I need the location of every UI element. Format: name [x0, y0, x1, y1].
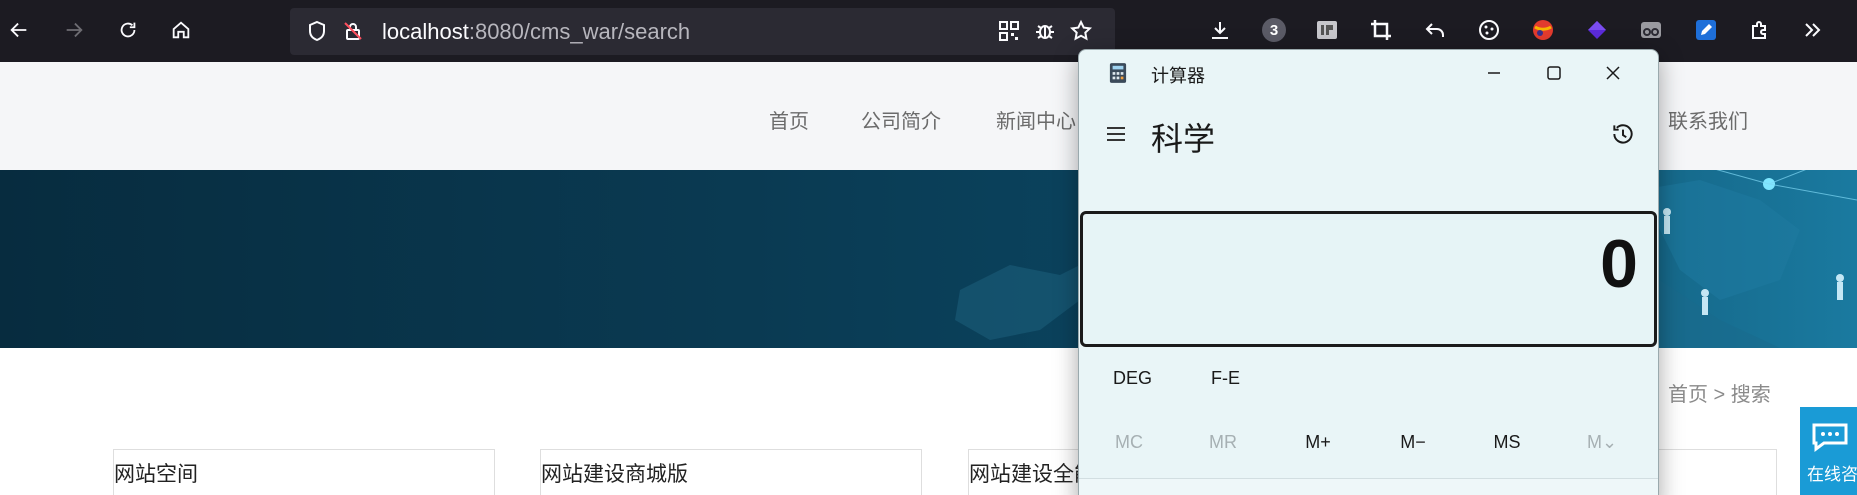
- reload-button[interactable]: [111, 13, 145, 47]
- extensions-button[interactable]: [1744, 14, 1776, 46]
- memory-subtract-button[interactable]: M−: [1378, 432, 1448, 453]
- bookmark-star-icon[interactable]: [1068, 18, 1094, 44]
- qr-code-icon[interactable]: [996, 18, 1022, 44]
- url-text: localhost:8080/cms_war/search: [382, 19, 690, 45]
- memory-add-button[interactable]: M+: [1283, 432, 1353, 453]
- cookie-extension-button[interactable]: [1473, 14, 1505, 46]
- breadcrumb: 首页 > 搜索: [1668, 384, 1771, 406]
- url-host: localhost: [382, 19, 469, 44]
- product-card[interactable]: 网站空间: [113, 449, 495, 495]
- calculator-window: 计算器 科学 0 DEG F-E MC MR M+ M− MS M⌄: [1078, 49, 1659, 495]
- arrow-left-icon: [10, 22, 27, 38]
- double-chevron-right-icon: [1805, 23, 1821, 37]
- close-icon: [1606, 66, 1620, 80]
- colorful-extension-button[interactable]: [1527, 14, 1559, 46]
- undo-extension-button[interactable]: [1419, 14, 1451, 46]
- download-icon: [1212, 22, 1228, 39]
- screen: localhost:8080/cms_war/search 3 首页 公司简介 …: [0, 0, 1857, 495]
- card-title: 网站建设全能: [969, 463, 1095, 486]
- memory-recall-button[interactable]: MR: [1188, 432, 1258, 453]
- calculator-mode-title: 科学: [1151, 121, 1216, 157]
- downloads-button[interactable]: [1204, 14, 1236, 46]
- purple-diamond-icon: [1588, 21, 1606, 39]
- forward-button[interactable]: [57, 13, 91, 47]
- overflow-menu-button[interactable]: [1797, 14, 1829, 46]
- glasses-icon: [1641, 22, 1661, 38]
- calculator-titlebar[interactable]: 计算器: [1079, 50, 1658, 94]
- history-button[interactable]: [1605, 116, 1641, 152]
- edit-extension-button[interactable]: [1690, 14, 1722, 46]
- angle-mode-button[interactable]: DEG: [1113, 368, 1152, 389]
- insecure-lock-icon[interactable]: [340, 18, 366, 44]
- minimize-button[interactable]: [1474, 58, 1514, 88]
- cookie-icon: [1479, 20, 1499, 40]
- maximize-icon: [1547, 66, 1561, 80]
- address-bar[interactable]: localhost:8080/cms_war/search: [290, 8, 1115, 55]
- nav-news[interactable]: 新闻中心: [996, 105, 1076, 134]
- shield-icon[interactable]: [304, 18, 330, 44]
- result-display: 0: [1080, 211, 1657, 347]
- chat-bubble-icon: [1812, 423, 1848, 452]
- edit-note-icon: [1696, 20, 1716, 40]
- nav-contact[interactable]: 联系我们: [1668, 105, 1748, 134]
- undo-arrow-icon: [1425, 23, 1444, 37]
- hamburger-icon: [1107, 127, 1125, 141]
- consult-label: 在线咨: [1807, 465, 1857, 484]
- display-value: 0: [1600, 226, 1638, 302]
- history-icon: [1613, 124, 1633, 144]
- card-title: 网站空间: [114, 463, 198, 486]
- product-card[interactable]: 网站建设商城版: [540, 449, 922, 495]
- navigation-menu-button[interactable]: [1099, 117, 1133, 151]
- fe-toggle-button[interactable]: F-E: [1211, 368, 1240, 389]
- ball-extension-icon: [1533, 20, 1553, 40]
- crop-extension-button[interactable]: [1365, 14, 1397, 46]
- url-path: :8080/cms_war/search: [468, 19, 691, 44]
- puzzle-icon: [1752, 21, 1766, 39]
- memory-list-button[interactable]: M⌄: [1567, 432, 1637, 453]
- calculator-keypad-edge: [1079, 478, 1658, 495]
- crop-icon: [1371, 20, 1391, 40]
- extension-badge-button[interactable]: 3: [1258, 14, 1290, 46]
- window-title: 计算器: [1151, 66, 1205, 86]
- maximize-button[interactable]: [1534, 58, 1574, 88]
- home-button[interactable]: [164, 13, 198, 47]
- online-consult-button[interactable]: 在线咨: [1800, 407, 1857, 495]
- arrow-right-icon: [66, 22, 83, 38]
- memory-clear-button[interactable]: MC: [1094, 432, 1164, 453]
- card-title: 网站建设商城版: [541, 463, 688, 486]
- purple-extension-button[interactable]: [1581, 14, 1613, 46]
- nav-about[interactable]: 公司简介: [861, 105, 941, 134]
- close-button[interactable]: [1593, 58, 1633, 88]
- reload-icon: [120, 22, 136, 38]
- bug-icon[interactable]: [1032, 18, 1058, 44]
- minimize-icon: [1488, 72, 1500, 74]
- reader-extension-button[interactable]: [1635, 14, 1667, 46]
- back-button[interactable]: [2, 13, 36, 47]
- ip-icon: [1317, 21, 1337, 39]
- nav-home[interactable]: 首页: [769, 105, 809, 134]
- home-icon: [172, 21, 190, 39]
- ip-extension-button[interactable]: [1311, 14, 1343, 46]
- calculator-app-icon: [1109, 63, 1127, 83]
- memory-store-button[interactable]: MS: [1472, 432, 1542, 453]
- badge-count: 3: [1262, 18, 1286, 42]
